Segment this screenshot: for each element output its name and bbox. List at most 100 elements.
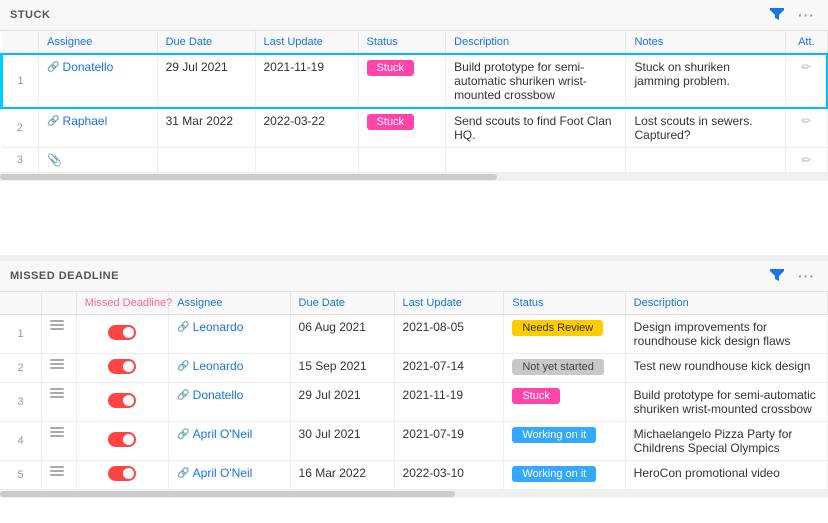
toggle-1[interactable] (108, 325, 136, 340)
missed-row-2-toggle[interactable] (76, 354, 168, 383)
stuck-row-2-status: Stuck (358, 108, 446, 148)
stuck-col-desc: Description (446, 31, 626, 54)
stuck-row-1-desc: Build prototype for semi-automatic shuri… (446, 54, 626, 108)
stuck-row-1-att: ✏ (786, 54, 827, 108)
row-menu-icon-4[interactable] (50, 427, 64, 437)
missed-row-3-desc: Build prototype for semi-automatic shuri… (625, 383, 827, 422)
missed-more-icon[interactable]: ··· (795, 267, 818, 285)
row-menu-icon-5[interactable] (50, 466, 64, 476)
missed-row-5-menu[interactable] (42, 461, 77, 490)
stuck-more-icon[interactable]: ··· (795, 6, 818, 24)
missed-row-3-toggle[interactable] (76, 383, 168, 422)
stuck-scrollbar-thumb[interactable] (0, 174, 497, 180)
link-icon-m1: 🔗 (177, 322, 189, 333)
missed-title: MISSED DEADLINE (10, 270, 119, 282)
stuck-section-header: STUCK ··· (0, 0, 828, 31)
missed-row-1-assignee[interactable]: 🔗 Leonardo (169, 315, 290, 354)
missed-row-2-status: Not yet started (504, 354, 625, 383)
status-working-4: Working on it (512, 427, 596, 443)
missed-row-1: 1 🔗 Leonardo (0, 315, 828, 354)
edit-icon-3[interactable]: ✏ (801, 153, 811, 167)
stuck-scrollbar[interactable] (0, 173, 828, 181)
stuck-row-1-notes: Stuck on shuriken jamming problem. (626, 54, 786, 108)
stuck-row-1-num: 1 (2, 54, 39, 108)
missed-row-2-desc: Test new roundhouse kick design (625, 354, 827, 383)
missed-col-missed: Missed Deadline? (76, 292, 168, 315)
missed-row-2-menu[interactable] (42, 354, 77, 383)
link-icon-m5: 🔗 (177, 468, 189, 479)
missed-row-4-desc: Michaelangelo Pizza Party for Childrens … (625, 422, 827, 461)
missed-scrollbar[interactable] (0, 490, 828, 498)
stuck-row-1: 1 🔗 Donatello 29 Jul 2021 2021-11-19 Stu… (2, 54, 828, 108)
stuck-col-notes: Notes (626, 31, 786, 54)
toggle-2[interactable] (108, 359, 136, 374)
missed-col-desc: Description (625, 292, 827, 315)
status-needs-review-1: Needs Review (512, 320, 603, 336)
status-badge-stuck-2: Stuck (367, 114, 415, 130)
row-menu-icon-1[interactable] (50, 320, 64, 330)
row-menu-icon-2[interactable] (50, 359, 64, 369)
missed-row-3-menu[interactable] (42, 383, 77, 422)
stuck-row-3-desc (446, 148, 626, 173)
missed-row-2-due: 15 Sep 2021 (290, 354, 394, 383)
missed-row-4: 4 🔗 April O'Neil (0, 422, 828, 461)
missed-row-4-assignee[interactable]: 🔗 April O'Neil (169, 422, 290, 461)
stuck-col-assignee: Assignee (39, 31, 158, 54)
missed-row-3-assignee[interactable]: 🔗 Donatello (169, 383, 290, 422)
status-badge-stuck-1: Stuck (367, 60, 415, 76)
missed-filter-icon[interactable] (767, 267, 787, 285)
missed-row-5-assignee[interactable]: 🔗 April O'Neil (169, 461, 290, 490)
stuck-row-3-notes (626, 148, 786, 173)
missed-row-4-toggle[interactable] (76, 422, 168, 461)
row-menu-icon-3[interactable] (50, 388, 64, 398)
missed-section-header: MISSED DEADLINE ··· (0, 261, 828, 292)
stuck-row-2: 2 🔗 Raphael 31 Mar 2022 2022-03-22 Stuck… (2, 108, 828, 148)
stuck-col-att: Att. (786, 31, 827, 54)
missed-row-1-toggle[interactable] (76, 315, 168, 354)
stuck-row-3-att: ✏ (786, 148, 827, 173)
stuck-actions: ··· (767, 6, 818, 24)
missed-row-4-status: Working on it (504, 422, 625, 461)
missed-row-4-menu[interactable] (42, 422, 77, 461)
stuck-row-2-update: 2022-03-22 (255, 108, 358, 148)
missed-row-4-update: 2021-07-19 (394, 422, 504, 461)
stuck-row-2-due: 31 Mar 2022 (157, 108, 255, 148)
link-icon-m2: 🔗 (177, 361, 189, 372)
stuck-row-1-assignee[interactable]: 🔗 Donatello (39, 54, 158, 108)
stuck-row-3: 3 📎 ✏ (2, 148, 828, 173)
missed-row-2-assignee[interactable]: 🔗 Leonardo (169, 354, 290, 383)
missed-scrollbar-thumb[interactable] (0, 491, 455, 497)
missed-table: Missed Deadline? Assignee Due Date Last … (0, 292, 828, 490)
stuck-row-2-assignee[interactable]: 🔗 Raphael (39, 108, 158, 148)
stuck-table: Assignee Due Date Last Update Status Des… (0, 31, 828, 173)
missed-row-1-due: 06 Aug 2021 (290, 315, 394, 354)
missed-row-5-status: Working on it (504, 461, 625, 490)
attach-icon-3: 📎 (47, 153, 62, 167)
edit-icon-2[interactable]: ✏ (801, 114, 811, 128)
edit-icon-1[interactable]: ✏ (801, 60, 811, 74)
link-icon-1: 🔗 (47, 62, 59, 73)
status-working-5: Working on it (512, 466, 596, 482)
link-icon-2: 🔗 (47, 116, 59, 127)
toggle-5[interactable] (108, 466, 136, 481)
missed-row-1-menu[interactable] (42, 315, 77, 354)
toggle-3[interactable] (108, 393, 136, 408)
missed-row-2-num: 2 (0, 354, 42, 383)
stuck-filter-icon[interactable] (767, 6, 787, 24)
stuck-section: STUCK ··· Assignee (0, 0, 828, 255)
stuck-row-1-status: Stuck (358, 54, 446, 108)
missed-row-3-update: 2021-11-19 (394, 383, 504, 422)
stuck-col-num (2, 31, 39, 54)
stuck-row-2-notes: Lost scouts in sewers. Captured? (626, 108, 786, 148)
missed-row-1-status: Needs Review (504, 315, 625, 354)
missed-col-menu (42, 292, 77, 315)
missed-col-due: Due Date (290, 292, 394, 315)
toggle-4[interactable] (108, 432, 136, 447)
stuck-table-container: Assignee Due Date Last Update Status Des… (0, 31, 828, 173)
missed-row-5-toggle[interactable] (76, 461, 168, 490)
missed-row-1-num: 1 (0, 315, 42, 354)
stuck-row-3-num: 3 (2, 148, 39, 173)
stuck-col-status: Status (358, 31, 446, 54)
stuck-row-2-att: ✏ (786, 108, 827, 148)
stuck-row-2-desc: Send scouts to find Foot Clan HQ. (446, 108, 626, 148)
